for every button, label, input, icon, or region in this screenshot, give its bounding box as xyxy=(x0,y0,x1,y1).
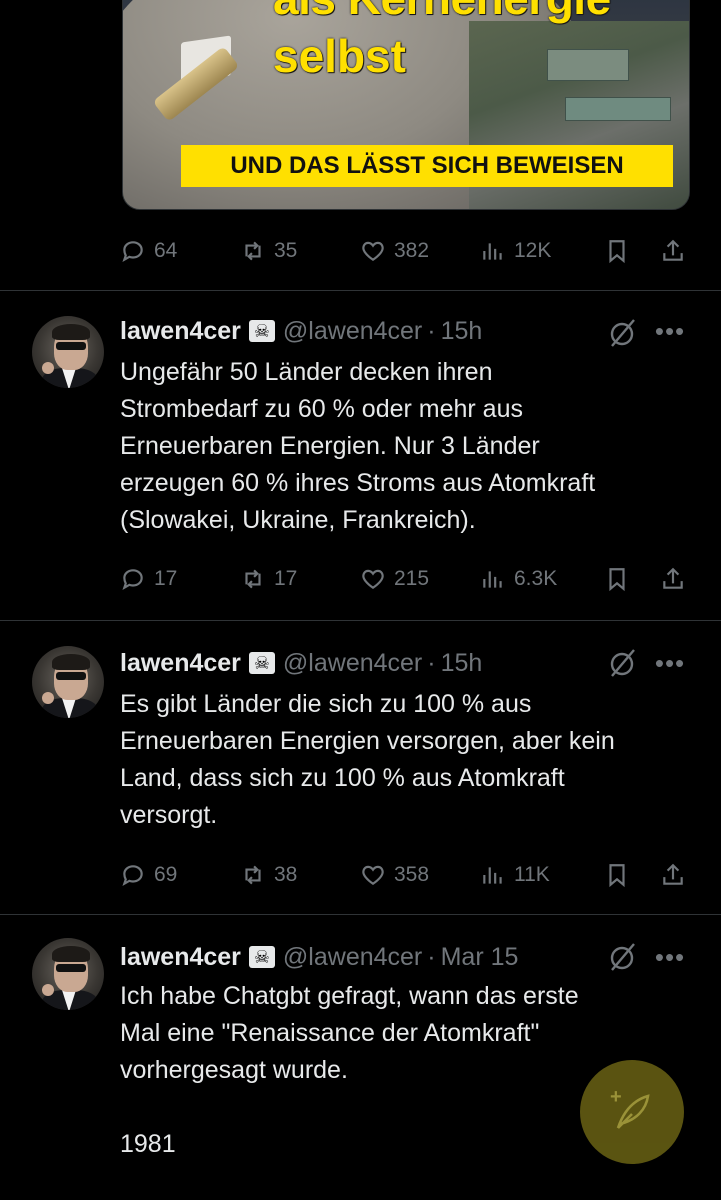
media-headline: selbst xyxy=(273,30,406,82)
timestamp[interactable]: Mar 15 xyxy=(441,943,519,972)
compose-button[interactable]: + xyxy=(580,1060,684,1164)
bookmark-icon xyxy=(609,568,625,592)
display-name[interactable]: lawen4cer xyxy=(120,649,241,678)
heart-icon xyxy=(362,241,384,261)
bookmark-button[interactable] xyxy=(604,858,630,892)
reply-count: 17 xyxy=(154,567,178,590)
like-count: 215 xyxy=(394,567,430,590)
tweet-header: lawen4cer ☠ @lawen4cer · 15h xyxy=(120,646,482,680)
views-count: 11K xyxy=(514,863,550,886)
like-count: 382 xyxy=(394,239,430,262)
views-icon xyxy=(483,243,502,260)
share-icon xyxy=(663,239,683,261)
like-button[interactable]: 382 xyxy=(360,234,429,268)
avatar[interactable] xyxy=(32,316,104,388)
more-options-button[interactable]: ••• xyxy=(650,318,690,352)
tweet-text: Ungefähr 50 Länder decken ihren Strombed… xyxy=(120,358,596,534)
divider xyxy=(0,914,721,915)
tweet-action-bar: 69 38 358 11K xyxy=(120,858,690,892)
reply-count: 64 xyxy=(154,239,178,262)
separator-dot: · xyxy=(427,648,436,677)
retweet-icon xyxy=(245,569,261,589)
separator-dot: · xyxy=(427,942,436,971)
retweet-count: 35 xyxy=(274,239,298,262)
divider xyxy=(0,620,721,621)
more-options-button[interactable]: ••• xyxy=(650,944,690,978)
reply-button[interactable]: 69 xyxy=(120,858,177,892)
bookmark-button[interactable] xyxy=(604,234,630,268)
avatar[interactable] xyxy=(32,646,104,718)
retweet-count: 38 xyxy=(274,863,298,886)
grok-button[interactable] xyxy=(606,940,640,974)
skull-badge-icon: ☠ xyxy=(248,946,275,968)
grok-icon xyxy=(610,319,635,347)
bookmark-icon xyxy=(609,240,625,264)
tweet-action-bar: 64 35 382 12K xyxy=(120,234,690,268)
reply-icon xyxy=(122,569,143,590)
building-image xyxy=(565,97,671,121)
separator-dot: · xyxy=(427,316,436,345)
handle[interactable]: @lawen4cer xyxy=(283,943,422,972)
tweet-text: Es gibt Länder die sich zu 100 % aus Ern… xyxy=(120,690,615,829)
media-headline: als Kernenergie xyxy=(273,0,611,23)
like-button[interactable]: 215 xyxy=(360,562,429,596)
grok-icon xyxy=(610,649,635,677)
reply-icon xyxy=(122,865,143,886)
feather-icon xyxy=(616,1094,650,1129)
grok-button[interactable] xyxy=(606,316,640,350)
retweet-icon xyxy=(245,865,261,885)
skull-badge-icon: ☠ xyxy=(248,320,275,342)
retweet-button[interactable]: 17 xyxy=(240,562,297,596)
skull-badge-icon: ☠ xyxy=(248,652,275,674)
views-count: 6.3K xyxy=(514,567,558,590)
retweet-icon xyxy=(245,241,261,261)
share-icon xyxy=(663,567,683,589)
tweet-header: lawen4cer ☠ @lawen4cer · Mar 15 xyxy=(120,940,518,974)
heart-icon xyxy=(362,569,384,589)
reply-button[interactable]: 17 xyxy=(120,562,177,596)
views-button[interactable]: 12K xyxy=(480,234,551,268)
timestamp[interactable]: 15h xyxy=(441,649,483,678)
views-count: 12K xyxy=(514,239,552,262)
display-name[interactable]: lawen4cer xyxy=(120,943,241,972)
like-count: 358 xyxy=(394,863,430,886)
tweet-header: lawen4cer ☠ @lawen4cer · 15h xyxy=(120,314,482,348)
reply-icon xyxy=(122,241,143,262)
views-icon xyxy=(483,571,502,588)
views-icon xyxy=(483,867,502,884)
share-button[interactable] xyxy=(660,858,686,892)
more-options-button[interactable]: ••• xyxy=(650,650,690,684)
avatar[interactable] xyxy=(32,938,104,1010)
share-button[interactable] xyxy=(660,562,686,596)
timestamp[interactable]: 15h xyxy=(441,317,483,346)
tweet-media-image[interactable]: als Kernenergie selbst UND DAS LÄSST SIC… xyxy=(122,0,690,210)
reply-count: 69 xyxy=(154,863,178,886)
building-image xyxy=(547,49,629,81)
retweet-button[interactable]: 38 xyxy=(240,858,297,892)
bookmark-button[interactable] xyxy=(604,562,630,596)
reply-button[interactable]: 64 xyxy=(120,234,177,268)
share-icon xyxy=(663,863,683,885)
divider xyxy=(0,290,721,291)
share-button[interactable] xyxy=(660,234,686,268)
grok-button[interactable] xyxy=(606,646,640,680)
views-button[interactable]: 6.3K xyxy=(480,562,557,596)
tweet-action-bar: 17 17 215 6.3K xyxy=(120,562,690,596)
handle[interactable]: @lawen4cer xyxy=(283,317,422,346)
heart-icon xyxy=(362,865,384,885)
handle[interactable]: @lawen4cer xyxy=(283,649,422,678)
retweet-count: 17 xyxy=(274,567,298,590)
media-banner: UND DAS LÄSST SICH BEWEISEN xyxy=(181,145,673,187)
views-button[interactable]: 11K xyxy=(480,858,550,892)
display-name[interactable]: lawen4cer xyxy=(120,317,241,346)
grok-icon xyxy=(610,943,635,971)
like-button[interactable]: 358 xyxy=(360,858,429,892)
retweet-button[interactable]: 35 xyxy=(240,234,297,268)
bookmark-icon xyxy=(609,864,625,888)
